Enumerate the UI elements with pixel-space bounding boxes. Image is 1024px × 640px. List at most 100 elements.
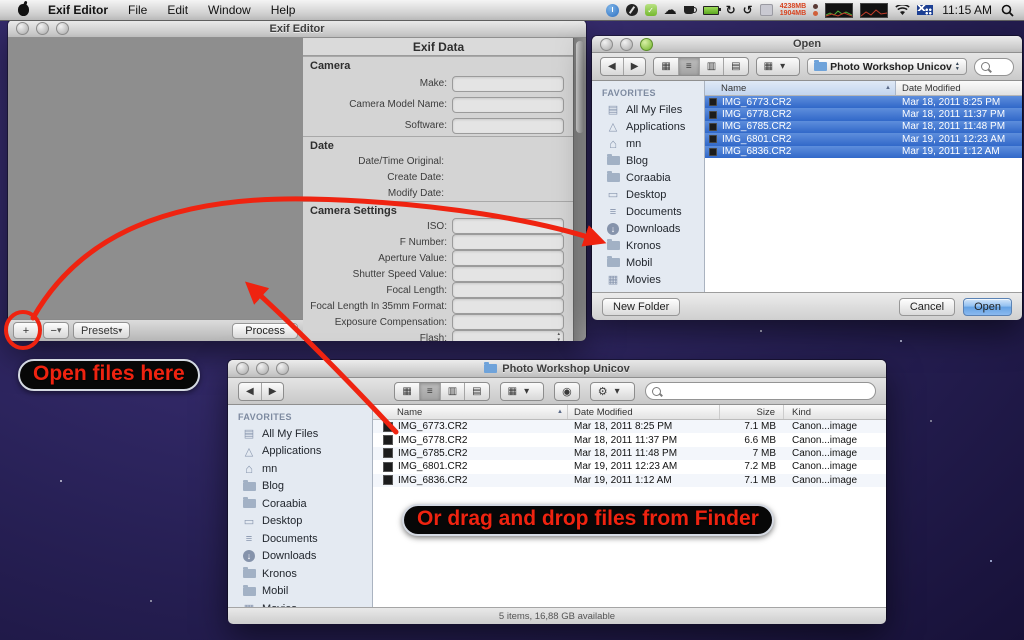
aperture-field[interactable] [452,250,564,266]
network-graph-icon[interactable] [860,3,888,18]
finder-titlebar[interactable]: Photo Workshop Unicov [228,360,886,378]
compass-menu-icon[interactable] [626,4,638,16]
file-row[interactable]: IMG_6785.CR2Mar 18, 2011 11:48 PM7 MBCan… [373,447,886,460]
cpu-graph-icon[interactable] [825,3,853,18]
remove-files-button[interactable]: −▾ [43,322,69,339]
quick-look-button[interactable] [555,383,579,400]
sidebar-item-kronos[interactable]: Kronos [228,565,372,583]
list-view-button[interactable]: ≡ [419,383,440,400]
file-row[interactable]: IMG_6836.CR2Mar 19, 2011 1:12 AM7.1 MBCa… [373,474,886,487]
flash-select[interactable] [452,330,564,341]
coverflow-view-button[interactable]: ▤ [464,383,488,400]
sidebar-item-applications[interactable]: Applications [228,443,372,461]
file-row[interactable]: IMG_6836.CR2Mar 19, 2011 1:12 AM [705,146,1022,158]
column-header-date[interactable]: Date Modified [568,405,720,419]
cloud-icon[interactable] [664,2,677,18]
forward-button[interactable]: ▶ [261,383,284,400]
apple-menu[interactable] [10,0,37,20]
column-header-name[interactable]: Name▲ [705,81,896,95]
sidebar-item-downloads[interactable]: Downloads [228,548,372,566]
coverflow-view-button[interactable]: ▤ [723,58,747,75]
search-field[interactable] [645,382,876,400]
menu-window[interactable]: Window [199,0,260,20]
arrange-button[interactable]: ▦ ▾ [757,58,799,75]
open-button[interactable]: Open [963,298,1012,316]
menu-help[interactable]: Help [262,0,305,20]
search-field[interactable] [974,58,1014,76]
new-folder-button[interactable]: New Folder [602,298,680,316]
action-gear-button[interactable]: ▾ [591,383,634,400]
cancel-button[interactable]: Cancel [899,298,955,316]
exposure-compensation-field[interactable] [452,314,564,330]
fnumber-field[interactable] [452,234,564,250]
menu-clock[interactable]: 11:15 AM [940,3,994,17]
icon-view-button[interactable]: ▦ [395,383,418,400]
file-row[interactable]: IMG_6773.CR2Mar 18, 2011 8:25 PM7.1 MBCa… [373,420,886,433]
menu-edit[interactable]: Edit [158,0,197,20]
sidebar-item-downloads[interactable]: Downloads [592,220,704,237]
sidebar-item-desktop[interactable]: Desktop [592,186,704,203]
forward-button[interactable]: ▶ [623,58,646,75]
icon-view-button[interactable]: ▦ [654,58,677,75]
column-view-button[interactable]: ▥ [440,383,464,400]
file-row[interactable]: IMG_6773.CR2Mar 18, 2011 8:25 PM [705,96,1022,108]
location-popup[interactable]: Photo Workshop Unicov ▲▼ [807,58,967,75]
add-files-button[interactable]: + [13,322,39,339]
menu-file[interactable]: File [119,0,156,20]
sync-icon[interactable] [726,2,736,18]
sidebar-item-all-my-files[interactable]: All My Files [228,425,372,443]
clock-menu-icon[interactable] [606,4,619,17]
file-row[interactable]: IMG_6785.CR2Mar 18, 2011 11:48 PM [705,121,1022,133]
sidebar-item-all-my-files[interactable]: All My Files [592,101,704,118]
time-machine-icon[interactable] [743,2,753,18]
file-list-pane[interactable] [8,38,304,319]
sidebar-item-blog[interactable]: Blog [592,152,704,169]
back-button[interactable]: ◀ [601,58,623,75]
sidebar-item-mobil[interactable]: Mobil [228,583,372,601]
sidebar-item-kronos[interactable]: Kronos [592,237,704,254]
sidebar-item-desktop[interactable]: Desktop [228,513,372,531]
iso-field[interactable] [452,218,564,234]
column-header-date[interactable]: Date Modified [896,83,1022,94]
column-header-name[interactable]: Name▲ [373,405,568,419]
list-view-button[interactable]: ≡ [678,58,699,75]
focal-length-field[interactable] [452,282,564,298]
exif-editor-titlebar[interactable]: Exif Editor [8,20,586,38]
camera-model-field[interactable] [452,97,564,113]
battery-icon[interactable] [703,6,719,15]
arrange-button[interactable]: ▦ ▾ [501,383,543,400]
focal-length-35mm-field[interactable] [452,298,564,314]
menu-app[interactable]: Exif Editor [39,0,117,20]
back-button[interactable]: ◀ [239,383,261,400]
sidebar-item-applications[interactable]: Applications [592,118,704,135]
sidebar-item-mobil[interactable]: Mobil [592,254,704,271]
input-language-flag-icon[interactable] [917,5,933,15]
column-header-size[interactable]: Size [720,405,784,419]
presets-button[interactable]: Presets [73,322,130,339]
sidebar-item-documents[interactable]: Documents [592,203,704,220]
cup-icon[interactable] [684,6,694,14]
sidebar-item-movies[interactable]: Movies [228,600,372,607]
sidebar-item-coraabia[interactable]: Coraabia [592,169,704,186]
file-row[interactable]: IMG_6801.CR2Mar 19, 2011 12:23 AM7.2 MBC… [373,460,886,473]
process-button[interactable]: Process [232,323,298,339]
sidebar-item-movies[interactable]: Movies [592,271,704,288]
dropbox-icon[interactable] [760,4,773,16]
status-check-icon[interactable]: ✓ [645,4,657,16]
make-field[interactable] [452,76,564,92]
sidebar-item-home[interactable]: mn [592,135,704,152]
file-row[interactable]: IMG_6801.CR2Mar 19, 2011 12:23 AM [705,133,1022,145]
column-header-kind[interactable]: Kind [784,405,886,419]
scrollbar-thumb[interactable] [576,41,584,133]
file-row[interactable]: IMG_6778.CR2Mar 18, 2011 11:37 PM [705,108,1022,120]
software-field[interactable] [452,118,564,134]
activity-dots-icon[interactable] [813,4,818,16]
wifi-icon[interactable] [895,2,910,18]
sidebar-item-documents[interactable]: Documents [228,530,372,548]
scrollbar[interactable] [573,38,586,341]
sidebar-item-coraabia[interactable]: Coraabia [228,495,372,513]
sidebar-item-blog[interactable]: Blog [228,478,372,496]
sidebar-item-home[interactable]: mn [228,460,372,478]
open-dialog-titlebar[interactable]: Open [592,36,1022,53]
file-row[interactable]: IMG_6778.CR2Mar 18, 2011 11:37 PM6.6 MBC… [373,433,886,446]
